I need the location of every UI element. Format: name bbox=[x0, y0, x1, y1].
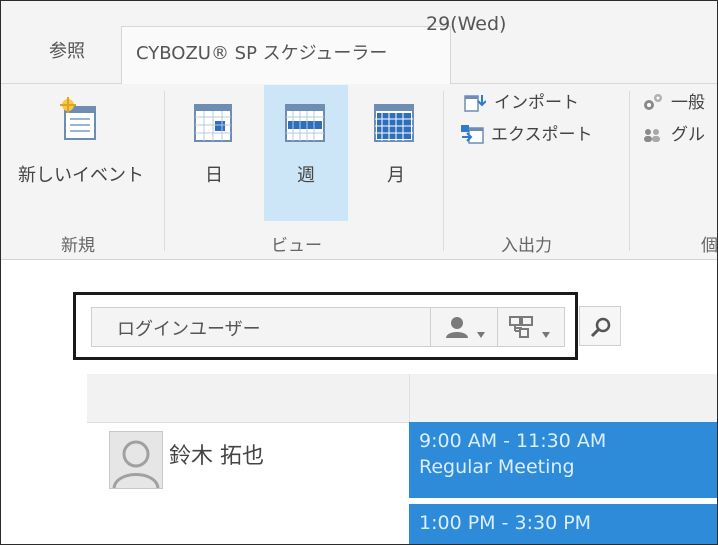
view-day-label: 日 bbox=[205, 165, 223, 186]
import-button[interactable]: インポート bbox=[464, 89, 614, 117]
user-icon bbox=[445, 316, 469, 342]
group-settings-label: グル bbox=[671, 125, 705, 145]
export-icon bbox=[461, 125, 484, 145]
search-button[interactable] bbox=[579, 306, 621, 346]
event-time: 9:00 AM - 11:30 AM bbox=[419, 430, 607, 452]
org-picker-button[interactable] bbox=[498, 308, 568, 346]
user-picker-button[interactable] bbox=[431, 308, 501, 346]
group-label-view: ビュー bbox=[271, 236, 322, 256]
column-divider bbox=[409, 374, 410, 422]
group-divider bbox=[629, 91, 630, 251]
user-name[interactable]: 鈴木 拓也 bbox=[169, 438, 264, 470]
view-month-button[interactable]: 月 bbox=[361, 85, 431, 221]
group-label-new: 新規 bbox=[61, 236, 95, 256]
user-search-highlight: ログインユーザー bbox=[73, 292, 578, 360]
new-event-label: 新しいイベント bbox=[18, 165, 144, 186]
ribbon: 参照 CYBOZU® SP スケジューラー 新しいイベント 新規 日 週 月 ビ… bbox=[1, 1, 717, 260]
group-label-personal: 個 bbox=[701, 236, 718, 256]
general-settings-label: 一般 bbox=[671, 93, 705, 113]
group-settings-button[interactable]: グル bbox=[641, 121, 717, 149]
app-window: 参照 CYBOZU® SP スケジューラー 新しいイベント 新規 日 週 月 ビ… bbox=[0, 0, 718, 545]
gears-icon bbox=[641, 93, 663, 113]
view-week-button[interactable]: 週 bbox=[264, 85, 348, 221]
calendar-week-icon bbox=[284, 103, 326, 148]
users-group-icon bbox=[641, 125, 663, 145]
export-label: エクスポート bbox=[491, 125, 593, 145]
user-search-field[interactable]: ログインユーザー bbox=[91, 307, 565, 347]
new-event-button[interactable]: 新しいイベント bbox=[1, 85, 161, 215]
view-week-label: 週 bbox=[297, 165, 315, 186]
import-label: インポート bbox=[494, 93, 579, 113]
calendar-event[interactable]: 9:00 AM - 11:30 AM Regular Meeting bbox=[409, 422, 717, 498]
user-search-value: ログインユーザー bbox=[117, 319, 261, 340]
import-icon bbox=[464, 93, 487, 113]
avatar bbox=[109, 431, 163, 489]
tab-browse[interactable]: 参照 bbox=[49, 37, 85, 63]
event-time: 1:00 PM - 3:30 PM bbox=[419, 512, 592, 534]
group-divider bbox=[443, 91, 444, 251]
organization-icon bbox=[508, 315, 534, 343]
event-title: Regular Meeting bbox=[419, 456, 575, 478]
export-button[interactable]: エクスポート bbox=[461, 121, 621, 149]
general-settings-button[interactable]: 一般 bbox=[641, 89, 717, 117]
calendar-day-icon bbox=[193, 103, 233, 148]
new-event-icon bbox=[59, 97, 101, 143]
view-month-label: 月 bbox=[387, 165, 405, 186]
chevron-down-icon bbox=[477, 323, 485, 342]
calendar-event[interactable]: 1:00 PM - 3:30 PM bbox=[409, 504, 717, 544]
date-column-header[interactable]: 29(Wed) bbox=[426, 13, 506, 35]
group-divider bbox=[164, 91, 165, 251]
ribbon-tabbar: 参照 CYBOZU® SP スケジューラー bbox=[1, 1, 717, 84]
view-day-button[interactable]: 日 bbox=[179, 85, 249, 221]
group-label-io: 入出力 bbox=[501, 236, 552, 256]
calendar-month-icon bbox=[373, 103, 415, 148]
tab-cybozu-scheduler[interactable]: CYBOZU® SP スケジューラー bbox=[121, 26, 451, 84]
calendar-header-row bbox=[87, 374, 717, 423]
chevron-down-icon bbox=[542, 323, 550, 342]
search-icon bbox=[590, 316, 612, 342]
